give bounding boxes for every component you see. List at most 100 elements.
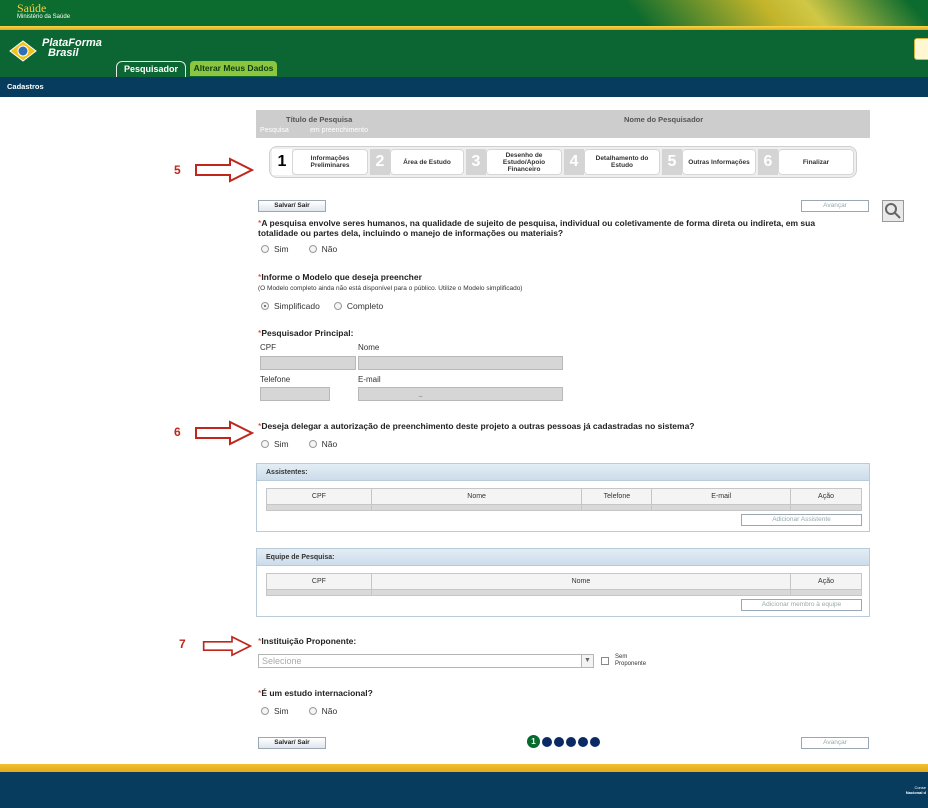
nome-field: [358, 356, 563, 370]
step-2[interactable]: 2 Área de Estudo: [370, 149, 464, 175]
step-number: 5: [662, 149, 682, 175]
annotation-arrow-icon: [195, 420, 254, 446]
radio-label: Não: [321, 439, 338, 449]
tab-alterar-meus-dados[interactable]: Alterar Meus Dados: [190, 61, 277, 76]
footer-credit: Conse Nacional d: [906, 785, 926, 795]
radio-sim[interactable]: [261, 245, 269, 253]
question-model: *Informe o Modelo que deseja preencher: [258, 272, 422, 282]
question-text: A pesquisa envolve seres humanos, na qua…: [258, 218, 816, 238]
annotation-7: 7: [179, 637, 186, 651]
checkbox-label-line2: Proponente: [615, 661, 647, 667]
footer-divider: [0, 764, 928, 772]
panel-title: Equipe de Pesquisa:: [257, 549, 869, 566]
pager-dot[interactable]: [554, 736, 564, 747]
table-header-row: CPF Nome Telefone E-mail Ação: [266, 488, 862, 505]
radio-nao[interactable]: [308, 245, 317, 253]
radio-nao[interactable]: [308, 707, 317, 715]
save-exit-button-bottom[interactable]: Salvar/ Sair: [258, 737, 326, 749]
question-text: Instituição Proponente:: [261, 636, 357, 646]
step-4[interactable]: 4 Detalhamento do Estudo: [564, 149, 660, 175]
annotation-6: 6: [174, 425, 181, 439]
step-label: Finalizar: [778, 149, 854, 175]
email-label: E-mail: [358, 375, 381, 384]
annotation-arrow-icon: [195, 157, 254, 183]
pager-dot[interactable]: [590, 736, 600, 747]
column-header: CPF: [266, 573, 372, 590]
table-row: [266, 589, 862, 596]
step-6[interactable]: 6 Finalizar: [758, 149, 854, 175]
question-human-subjects: *A pesquisa envolve seres humanos, na qu…: [258, 218, 848, 238]
question-text: É um estudo internacional?: [261, 688, 373, 698]
institution-select[interactable]: Selecione ▼: [258, 654, 594, 668]
radio-label: Não: [321, 706, 338, 716]
radio-sim[interactable]: [261, 440, 269, 448]
telefone-field: [260, 387, 330, 401]
research-info-header: Título de Pesquisa Nome do Pesquisador P…: [256, 110, 870, 138]
pesquisador-label: Nome do Pesquisador: [624, 115, 704, 124]
radio-simplificado[interactable]: [261, 302, 269, 310]
radio-sim[interactable]: [261, 707, 269, 715]
add-member-button[interactable]: Adicionar membro à equipe: [741, 599, 862, 611]
column-header: Ação: [790, 488, 862, 505]
select-placeholder: Selecione: [262, 656, 302, 666]
step-label: Informações Preliminares: [292, 149, 368, 175]
assistentes-table: CPF Nome Telefone E-mail Ação: [266, 488, 862, 511]
question-text: Pesquisador Principal:: [261, 328, 354, 338]
gov-title: Saúde: [17, 1, 47, 15]
decorative-stripe: [614, 0, 928, 26]
step-1[interactable]: 1 Informações Preliminares: [272, 149, 368, 175]
step-number: 4: [564, 149, 584, 175]
question-international: *É um estudo internacional?: [258, 688, 373, 698]
tab-pesquisador[interactable]: Pesquisador: [116, 61, 186, 77]
checkbox-label-line1: Sem: [615, 654, 628, 660]
radio-label: Sim: [274, 244, 289, 254]
titulo-label: Título de Pesquisa: [286, 115, 353, 124]
step-5[interactable]: 5 Outras Informações: [662, 149, 756, 175]
radio-label: Simplificado: [274, 301, 320, 311]
magnifier-icon[interactable]: [882, 200, 904, 222]
status-value: em preenchimento: [310, 127, 368, 134]
chevron-down-icon[interactable]: ▼: [581, 655, 593, 667]
nav-item-cadastros[interactable]: Cadastros: [7, 82, 44, 91]
column-header: E-mail: [651, 488, 792, 505]
home-button[interactable]: [914, 38, 928, 60]
radio-nao[interactable]: [308, 440, 317, 448]
no-proponent-checkbox[interactable]: [601, 657, 609, 665]
radio-group-model: Simplificado Completo: [261, 301, 383, 311]
step-label: Área de Estudo: [390, 149, 464, 175]
step-number: 3: [466, 149, 486, 175]
step-label: Detalhamento do Estudo: [584, 149, 660, 175]
next-button[interactable]: Avançar: [801, 200, 869, 212]
question-delegate: *Deseja delegar a autorização de preench…: [258, 421, 695, 431]
next-button-bottom[interactable]: Avançar: [801, 737, 869, 749]
footer: Conse Nacional d: [0, 772, 928, 808]
add-assistant-button[interactable]: Adicionar Assistente: [741, 514, 862, 526]
nav-bar: Cadastros: [0, 77, 928, 97]
radio-group-delegate: Sim Não: [261, 439, 337, 449]
brand-line2: Brasil: [48, 47, 79, 59]
column-header: Nome: [370, 573, 792, 590]
pager-dot[interactable]: [542, 736, 552, 747]
no-proponent-label: Sem Proponente: [615, 654, 646, 668]
cpf-field: [260, 356, 356, 370]
radio-completo[interactable]: [333, 302, 342, 310]
gov-subtitle: Ministério da Saúde: [17, 14, 71, 20]
step-number: 6: [758, 149, 778, 175]
equipe-table: CPF Nome Ação: [266, 573, 862, 596]
radio-label: Sim: [274, 439, 289, 449]
step-label: Desenho de Estudo/Apoio Financeiro: [486, 149, 562, 175]
step-3[interactable]: 3 Desenho de Estudo/Apoio Financeiro: [466, 149, 562, 175]
brand-logo-text: PlataForma Brasil: [42, 38, 102, 59]
column-header: Ação: [790, 573, 862, 590]
pager-dot[interactable]: [578, 736, 588, 747]
footer-line2: Nacional d: [905, 790, 926, 795]
wizard-steps: 1 Informações Preliminares 2 Área de Est…: [269, 146, 857, 178]
step-label: Outras Informações: [682, 149, 756, 175]
nome-label: Nome: [358, 343, 380, 352]
pager-dot[interactable]: [566, 736, 576, 747]
radio-group-human-subjects: Sim Não: [261, 244, 337, 254]
pager-dot-current[interactable]: 1: [527, 735, 540, 748]
save-exit-button[interactable]: Salvar/ Sair: [258, 200, 326, 212]
annotation-arrow-icon: [202, 635, 252, 657]
step-number: 1: [272, 149, 292, 175]
